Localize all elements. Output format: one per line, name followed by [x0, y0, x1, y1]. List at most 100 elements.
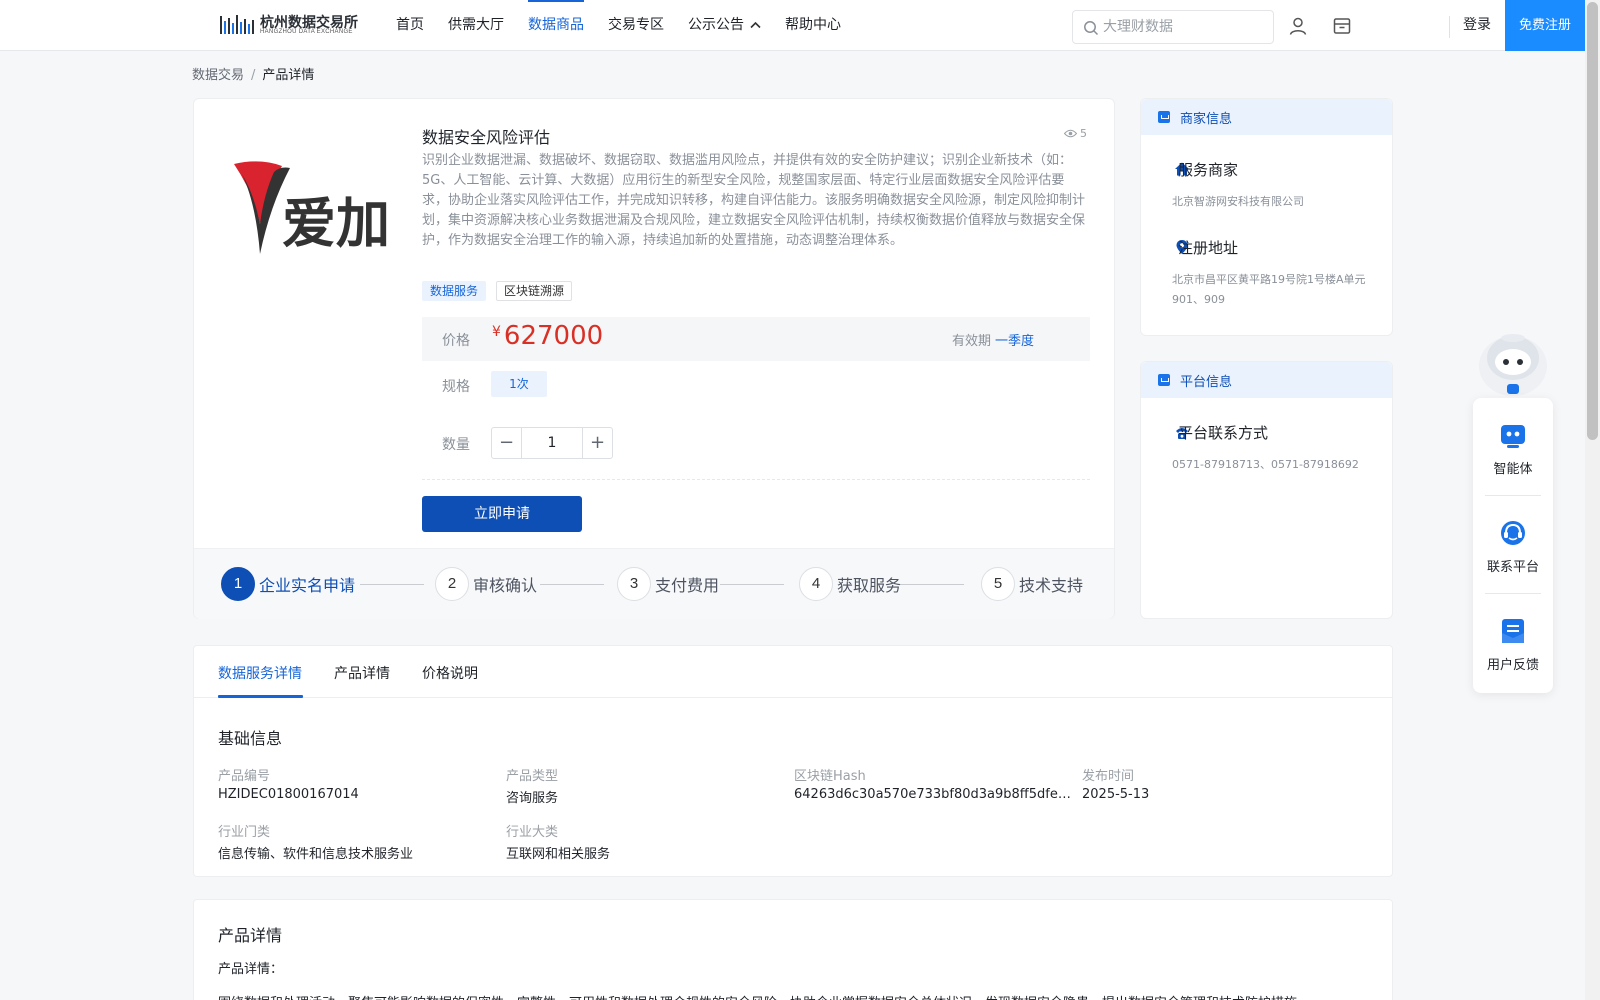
- feedback-icon: [1502, 619, 1524, 643]
- apply-button[interactable]: 立即申请: [422, 496, 582, 532]
- contact-platform-button[interactable]: 联系平台: [1473, 496, 1553, 593]
- quantity-value[interactable]: 1: [522, 428, 582, 458]
- contact-platform-label: 联系平台: [1486, 560, 1539, 575]
- search-icon: [1084, 21, 1099, 36]
- detail-tabbar: 数据服务详情 产品详情 价格说明: [194, 646, 1392, 698]
- breadcrumb: 数据交易 / 产品详情: [192, 64, 314, 83]
- validity-label: 有效期: [952, 334, 992, 349]
- nav-home[interactable]: 首页: [396, 0, 424, 50]
- feedback-label: 用户反馈: [1486, 658, 1539, 673]
- platform-contact-title: 平台联系方式: [1178, 424, 1269, 442]
- step-4: 4 获取服务: [799, 567, 901, 601]
- headset-icon: [1501, 521, 1525, 545]
- login-link[interactable]: 登录: [1463, 0, 1491, 51]
- agent-button[interactable]: 智能体: [1473, 398, 1553, 495]
- validity: 有效期 一季度: [952, 330, 1034, 349]
- tab-price-info[interactable]: 价格说明: [422, 663, 478, 683]
- tab-product-detail[interactable]: 产品详情: [334, 663, 390, 683]
- nav-data-products[interactable]: 数据商品: [528, 0, 584, 50]
- step-number: 3: [617, 567, 651, 601]
- price-row: 价格 ¥627000 有效期 一季度: [422, 317, 1090, 361]
- site-logo[interactable]: 杭州数据交易所 HANGZHOU DATA EXCHANGE: [220, 11, 360, 39]
- agent-icon: [1501, 425, 1525, 448]
- step-connector: [900, 584, 964, 585]
- scrollbar-thumb[interactable]: [1587, 2, 1598, 440]
- nav-announcements[interactable]: 公示公告: [688, 0, 761, 50]
- step-connector: [540, 584, 604, 585]
- breadcrumb-separator: /: [251, 68, 256, 83]
- registered-address-title: 注册地址: [1178, 239, 1239, 257]
- price-amount: 627000: [503, 321, 604, 351]
- product-title: 数据安全风险评估: [422, 128, 551, 147]
- spec-option[interactable]: 1次: [491, 371, 547, 397]
- chevron-up-icon: [750, 21, 761, 29]
- registered-address-value: 北京市昌平区黄平路19号院1号楼A单元901、909: [1172, 273, 1366, 306]
- product-detail-subtitle: 产品详情：: [218, 962, 284, 977]
- step-label: 获取服务: [837, 576, 902, 595]
- nav-trade-zone[interactable]: 交易专区: [608, 0, 664, 50]
- step-number: 4: [799, 567, 833, 601]
- tab-service-detail[interactable]: 数据服务详情: [218, 663, 302, 683]
- step-label: 技术支持: [1019, 576, 1084, 595]
- platform-info-card: 平台信息 平台联系方式 0571-87918713、0571-87918692: [1140, 361, 1393, 619]
- nav-supply-demand[interactable]: 供需大厅: [448, 0, 504, 50]
- shop-icon: [1158, 111, 1170, 123]
- product-id: HZIDEC01800167014: [218, 787, 359, 802]
- tag-data-service: 数据服务: [422, 281, 487, 301]
- product-type: 咨询服务: [506, 791, 559, 806]
- step-2: 2 审核确认: [435, 567, 537, 601]
- publish-date: 2025-5-13: [1082, 787, 1150, 802]
- brand-logo: 爱加密: [234, 161, 390, 255]
- product-description: 识别企业数据泄漏、数据破坏、数据窃取、数据滥用风险点，并提供有效的安全防护建议；…: [422, 153, 1086, 248]
- quantity-stepper: − 1 +: [491, 427, 613, 459]
- validity-value: 一季度: [995, 334, 1035, 349]
- step-5: 5 技术支持: [981, 567, 1083, 601]
- step-connector: [360, 584, 424, 585]
- page-scrollbar[interactable]: [1585, 0, 1600, 1000]
- brand-logo-text: 爱加密: [282, 192, 390, 255]
- blockchain-hash: 64263d6c30a570e733bf80d3a9b8ff5dfe6c...: [794, 787, 1072, 802]
- main-nav: 首页 供需大厅 数据商品 交易专区 公示公告 帮助中心: [396, 0, 865, 50]
- industry-major: 互联网和相关服务: [506, 847, 611, 862]
- view-count: 5: [1063, 127, 1087, 140]
- field-label: 行业大类: [506, 825, 559, 840]
- price-label: 价格: [442, 333, 470, 349]
- breadcrumb-root[interactable]: 数据交易: [192, 68, 244, 83]
- increment-button[interactable]: +: [582, 428, 612, 458]
- store-icon[interactable]: [1332, 16, 1352, 36]
- platform-info-title: 平台信息: [1180, 375, 1233, 390]
- floating-toolbar: 智能体 联系平台 用户反馈: [1473, 398, 1553, 693]
- service-merchant-name: 北京智游网安科技有限公司: [1172, 195, 1304, 208]
- merchant-info-card: 商家信息 服务商家 北京智游网安科技有限公司 注册地址 北京市昌平区黄平路19号…: [1140, 98, 1393, 336]
- spec-label: 规格: [442, 379, 470, 395]
- quantity-label: 数量: [442, 437, 470, 453]
- header-divider: [1449, 16, 1450, 38]
- basic-info-title: 基础信息: [218, 729, 283, 748]
- tag-blockchain: 区块链溯源: [496, 281, 573, 301]
- product-detail-title: 产品详情: [218, 926, 283, 945]
- logo-subtitle: HANGZHOU DATA EXCHANGE: [260, 29, 353, 35]
- service-merchant-title: 服务商家: [1178, 161, 1239, 179]
- nav-announcements-label: 公示公告: [688, 17, 744, 33]
- merchant-info-header: 商家信息: [1141, 99, 1392, 135]
- robot-assistant-icon[interactable]: [1473, 326, 1553, 400]
- agent-label: 智能体: [1493, 462, 1533, 477]
- search-box: [1072, 10, 1274, 44]
- active-tab-indicator: [218, 695, 303, 698]
- step-number: 1: [221, 567, 255, 601]
- product-detail-card: 产品详情 产品详情： 围绕数据和处理活动，聚焦可能影响数据的保密性、完整性、可用…: [193, 899, 1393, 1000]
- platform-contact-value: 0571-87918713、0571-87918692: [1172, 458, 1359, 471]
- top-header: 杭州数据交易所 HANGZHOU DATA EXCHANGE 首页 供需大厅 数…: [0, 0, 1600, 51]
- nav-help-center[interactable]: 帮助中心: [785, 0, 841, 50]
- industry-category: 信息传输、软件和信息技术服务业: [218, 847, 414, 862]
- product-detail-paragraph: 围绕数据和处理活动，聚焦可能影响数据的保密性、完整性、可用性和数据处理合规性的安…: [218, 992, 1373, 1000]
- step-3: 3 支付费用: [617, 567, 719, 601]
- divider: [422, 479, 1090, 480]
- feedback-button[interactable]: 用户反馈: [1473, 594, 1553, 691]
- search-input[interactable]: [1103, 17, 1263, 37]
- decrement-button[interactable]: −: [492, 428, 522, 458]
- step-number: 5: [981, 567, 1015, 601]
- user-icon[interactable]: [1288, 16, 1308, 36]
- step-1: 1 企业实名申请: [221, 567, 355, 601]
- register-button[interactable]: 免费注册: [1505, 0, 1585, 51]
